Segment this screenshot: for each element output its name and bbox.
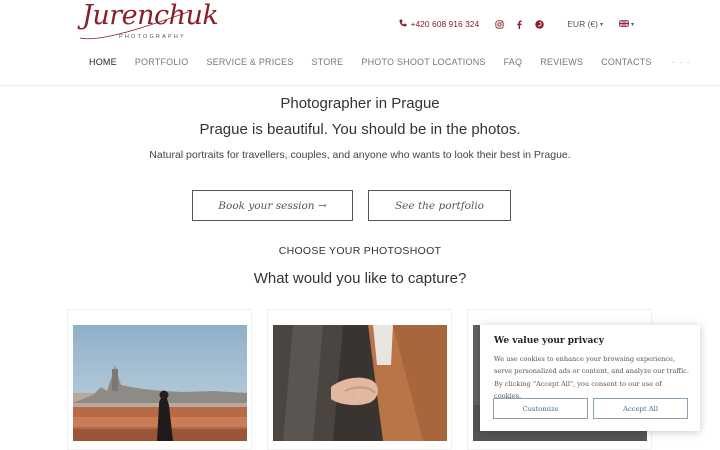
nav-item-photo-shoot-locations[interactable]: PHOTO SHOOT LOCATIONS: [361, 57, 485, 67]
card-photo-couple-hands: [273, 325, 447, 441]
section-kicker: CHOOSE YOUR PHOTOSHOOT: [278, 245, 442, 257]
phone-icon: [399, 19, 407, 29]
page-title: Photographer in Prague: [280, 95, 440, 112]
cookie-accept-all-button[interactable]: Accept All: [593, 398, 688, 419]
uk-flag-icon: [618, 19, 630, 29]
see-portfolio-button[interactable]: See the portfolio: [368, 190, 511, 221]
nav-item-home[interactable]: HOME: [89, 57, 117, 67]
nav-item-faq[interactable]: FAQ: [504, 57, 523, 67]
language-selector[interactable]: ▾: [618, 19, 634, 29]
nav-more-icon[interactable]: · · ·: [672, 57, 691, 67]
photoshoot-card-prague[interactable]: [67, 309, 252, 450]
nav-item-contacts[interactable]: CONTACTS: [601, 57, 651, 67]
hero-subtitle: Prague is beautiful. You should be in th…: [199, 121, 521, 138]
book-session-button[interactable]: Book your session →: [192, 190, 353, 221]
facebook-icon[interactable]: [513, 18, 525, 30]
cookie-description: We use cookies to enhance your browsing …: [494, 355, 689, 400]
photoshoot-card-couples[interactable]: [267, 309, 452, 450]
phone-number: +420 608 916 324: [410, 19, 480, 29]
nav-item-store[interactable]: STORE: [312, 57, 344, 67]
cookie-consent-dialog: We value your privacy We use cookies to …: [480, 325, 700, 431]
nav-item-portfolio[interactable]: PORTFOLIO: [135, 57, 189, 67]
nav-item-service-prices[interactable]: SERVICE & PRICES: [206, 57, 293, 67]
logo-subtitle: PHOTOGRAPHY: [119, 34, 186, 40]
currency-selector[interactable]: EUR (€) ▾: [567, 19, 603, 29]
section-heading: What would you like to capture?: [253, 270, 467, 287]
chevron-down-icon: ▾: [599, 21, 603, 28]
brand-logo[interactable]: Jurenchuk PHOTOGRAPHY: [78, 0, 219, 46]
card-photo-prague-castle: [73, 325, 247, 441]
logo-script: Jurenchuk: [82, 0, 219, 31]
instagram-icon[interactable]: [493, 18, 505, 30]
nav-item-reviews[interactable]: REVIEWS: [540, 57, 583, 67]
main-nav: HOME PORTFOLIO SERVICE & PRICES STORE PH…: [89, 57, 691, 67]
chevron-down-icon: ▾: [630, 21, 634, 28]
cookie-customize-button[interactable]: Customize: [493, 398, 588, 419]
site-header: Jurenchuk PHOTOGRAPHY +420 608 916 324 E…: [0, 0, 720, 86]
currency-label: EUR (€): [567, 19, 598, 29]
cookie-title: We value your privacy: [494, 336, 604, 346]
hero-description: Natural portraits for travellers, couple…: [149, 149, 571, 161]
phone-link[interactable]: +420 608 916 324: [399, 19, 479, 29]
pinterest-icon[interactable]: [533, 18, 545, 30]
top-bar: +420 608 916 324 EUR (€) ▾ ▾: [399, 17, 634, 31]
